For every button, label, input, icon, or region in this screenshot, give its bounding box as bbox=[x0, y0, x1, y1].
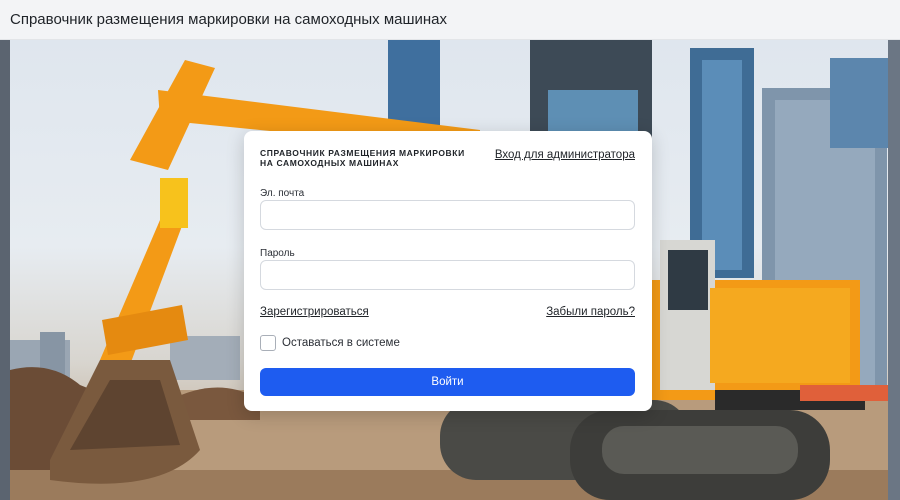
right-edge-strip bbox=[888, 40, 900, 500]
login-card-heading-line2: НА САМОХОДНЫХ МАШИНАХ bbox=[260, 158, 399, 168]
password-field[interactable] bbox=[260, 260, 635, 290]
remember-me-label: Оставаться в системе bbox=[282, 337, 400, 349]
forgot-password-link[interactable]: Забыли пароль? bbox=[546, 306, 635, 318]
login-card-heading: СПРАВОЧНИК РАЗМЕЩЕНИЯ МАРКИРОВКИ НА САМО… bbox=[260, 148, 480, 168]
left-edge-strip bbox=[0, 40, 10, 500]
app-title: Справочник размещения маркировки на само… bbox=[10, 11, 448, 28]
password-label: Пароль bbox=[260, 248, 295, 259]
login-card-heading-line1: СПРАВОЧНИК РАЗМЕЩЕНИЯ МАРКИРОВКИ bbox=[260, 148, 465, 158]
email-label: Эл. почта bbox=[260, 188, 305, 199]
admin-login-link[interactable]: Вход для администратора bbox=[495, 149, 635, 161]
login-card: СПРАВОЧНИК РАЗМЕЩЕНИЯ МАРКИРОВКИ НА САМО… bbox=[244, 131, 652, 411]
register-link[interactable]: Зарегистрироваться bbox=[260, 306, 369, 318]
email-field[interactable] bbox=[260, 200, 635, 230]
login-button[interactable]: Войти bbox=[260, 368, 635, 396]
remember-me-checkbox[interactable] bbox=[260, 335, 276, 351]
app-header: Справочник размещения маркировки на само… bbox=[0, 0, 900, 40]
